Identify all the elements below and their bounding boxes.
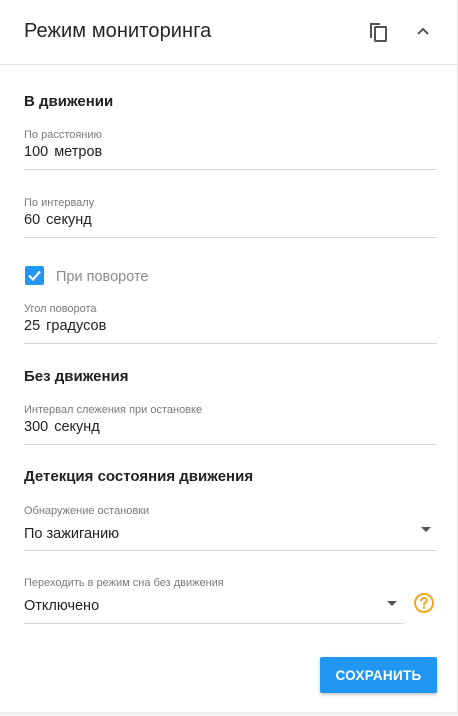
stop-detection-value[interactable]: По зажиганию [24,526,119,542]
turn-checkbox-label[interactable]: При повороте [56,269,149,285]
interval-value[interactable]: 60 [24,212,40,228]
help-circle-icon[interactable] [413,592,435,614]
sleep-mode-label: Переходить в режим сна без движения [24,577,224,589]
stop-interval-value[interactable]: 300 [24,419,48,435]
distance-unit: метров [54,144,103,160]
interval-label: По интервалу [24,197,95,209]
stop-interval-underline [24,444,437,445]
sleep-mode-underline [24,623,403,624]
stop-detection-label: Обнаружение остановки [24,505,150,517]
section-title-detection: Детекция состояния движения [24,468,254,485]
chevron-up-icon[interactable] [410,18,436,44]
copy-icon[interactable] [364,18,392,46]
card-bottom-edge [0,712,458,716]
distance-label: По расстоянию [24,129,102,141]
turn-angle-unit: градусов [46,318,107,334]
sleep-mode-value[interactable]: Отключено [24,598,99,614]
stop-interval-label: Интервал слежения при остановке [24,404,203,416]
save-button[interactable]: СОХРАНИТЬ [320,657,437,693]
stop-detection-underline [24,550,437,551]
turn-angle-value[interactable]: 25 [24,318,40,334]
page-title: Режим мониторинга [24,20,212,42]
distance-value[interactable]: 100 [24,144,48,160]
turn-angle-underline [24,343,437,344]
stop-interval-unit: секунд [54,419,100,435]
dropdown-caret-icon[interactable] [387,601,397,606]
checkmark-icon [28,270,41,282]
distance-underline [24,169,437,170]
section-title-moving: В движении [24,93,114,110]
stop-interval-value-row: 300 секунд [24,419,100,435]
distance-value-row: 100 метров [24,144,102,160]
turn-angle-value-row: 25 градусов [24,318,106,334]
dropdown-caret-icon[interactable] [421,527,431,532]
monitoring-mode-card: Режим мониторинга В движении По расстоян… [0,0,458,716]
interval-underline [24,237,437,238]
turn-angle-label: Угол поворота [24,303,97,315]
card-header: Режим мониторинга [0,0,458,65]
turn-checkbox[interactable] [25,266,44,285]
section-title-stationary: Без движения [24,368,129,385]
interval-unit: секунд [46,212,92,228]
interval-value-row: 60 секунд [24,212,92,228]
